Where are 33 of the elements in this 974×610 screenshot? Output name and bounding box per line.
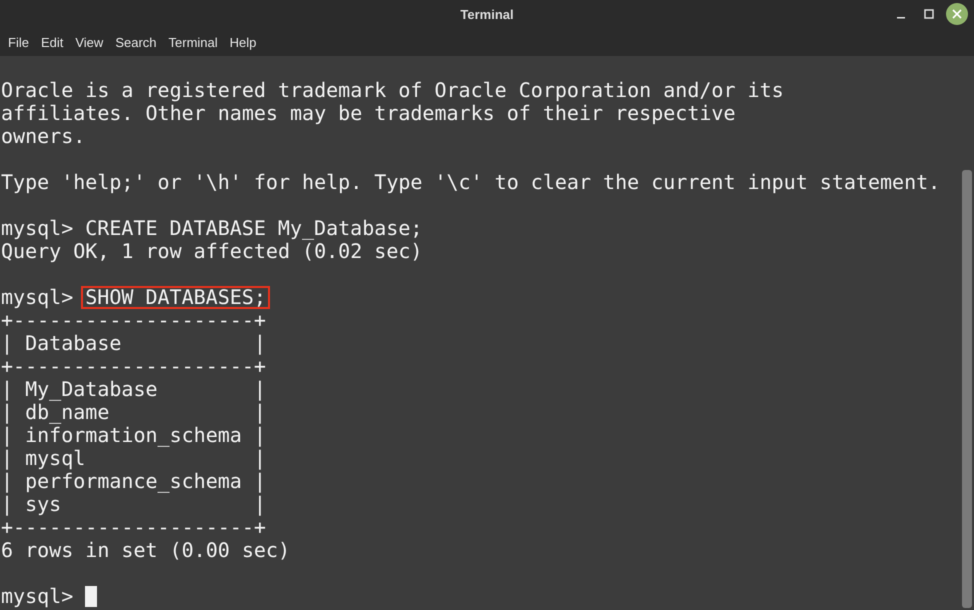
menu-item[interactable]: Search (109, 34, 163, 50)
terminal-output: Query OK, 1 row affected (0.02 sec) (1, 240, 424, 263)
prompt: mysql> (1, 216, 74, 240)
scrollbar-thumb[interactable] (962, 170, 972, 608)
terminal-output: | My_Database | (1, 378, 267, 401)
menu-item[interactable]: Terminal (162, 34, 224, 50)
command: SHOW DATABASES; (81, 286, 270, 309)
minimize-icon (897, 17, 905, 19)
prompt: mysql> (1, 285, 74, 309)
menu-item[interactable]: Help (224, 34, 262, 50)
prompt: mysql> (1, 584, 74, 608)
terminal-output: affiliates. Other names may be trademarks of their respective (1, 102, 737, 125)
terminal-output: 6 rows in set (0.00 sec) (1, 539, 291, 562)
menu-item[interactable]: File (2, 34, 35, 50)
terminal-output: Oracle is a registered trademark of Oracle Corporation and/or its (1, 79, 785, 102)
menu-item[interactable]: View (69, 34, 110, 50)
menu-item[interactable]: Edit (34, 34, 70, 50)
terminal-output: +--------------------+ (1, 309, 267, 332)
terminal-output: owners. (1, 125, 86, 148)
terminal-output: | performance_schema | (1, 470, 267, 493)
window-title: Terminal (460, 6, 514, 22)
command: CREATE DATABASE My_Database; (84, 217, 424, 240)
close-button[interactable] (946, 3, 968, 25)
maximize-icon (923, 8, 935, 20)
terminal-output: | Database | (1, 332, 267, 355)
terminal-output: +--------------------+ (1, 355, 267, 378)
terminal-output: | db_name | (1, 401, 267, 424)
terminal-output: +--------------------+ (1, 516, 267, 539)
terminal-output: | mysql | (1, 447, 267, 470)
close-icon (952, 9, 962, 19)
terminal-output: Type 'help;' or '\h' for help. Type '\c' to clear the current input statement. (1, 171, 942, 194)
terminal-output: | information_schema | (1, 424, 267, 447)
terminal-output: | sys | (1, 493, 267, 516)
